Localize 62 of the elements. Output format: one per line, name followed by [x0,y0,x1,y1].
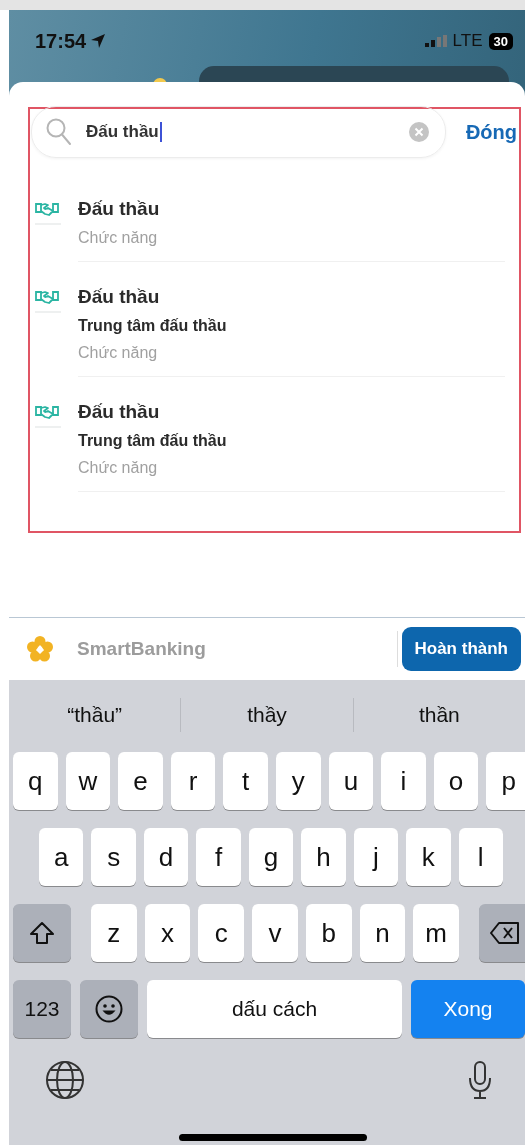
letter-key[interactable]: p [486,752,525,810]
letter-key[interactable]: m [413,904,460,962]
letter-key[interactable]: v [252,904,298,962]
letter-key[interactable]: r [170,752,216,810]
letter-key[interactable]: a [39,828,84,886]
letter-key[interactable]: f [196,828,241,886]
letter-key[interactable]: n [359,904,406,962]
letter-key[interactable]: g [248,828,294,886]
suggestion[interactable]: thầy [181,703,353,727]
letter-key[interactable]: t [223,752,268,810]
letter-key[interactable]: y [275,752,321,810]
backspace-icon [490,922,521,944]
handshake-icon [35,404,59,421]
flower-logo-icon [27,636,53,662]
result-subtitle: Trung tâm đấu thầu [78,432,228,450]
letter-key[interactable]: o [433,752,479,810]
space-key[interactable]: dấu cách [147,980,402,1038]
letter-key[interactable]: h [301,828,346,886]
brand-name: SmartBanking [77,638,206,660]
letter-key[interactable]: c [198,904,245,962]
shift-key[interactable] [13,904,71,962]
result-subtitle: Trung tâm đấu thầu [78,317,228,335]
letter-key[interactable]: z [91,904,137,962]
result-title[interactable]: Đấu thầu [78,286,505,308]
globe-icon[interactable] [45,1060,85,1100]
letter-key[interactable]: s [91,828,136,886]
network-type: LTE [452,31,483,51]
backspace-key[interactable] [479,904,525,962]
handshake-icon [35,289,59,306]
search-icon [46,118,72,146]
search-field[interactable]: Đấu thầu [31,106,446,158]
result-title[interactable]: Đấu thầu [78,198,505,220]
result-category: Chức năng [78,459,159,477]
result-title[interactable]: Đấu thầu [78,401,505,423]
letter-key[interactable]: j [353,828,399,886]
result-category: Chức năng [78,344,159,362]
letter-key[interactable]: i [381,752,426,810]
handshake-icon [35,201,59,218]
close-button[interactable]: Đóng [465,120,517,144]
done-key[interactable]: Xong [411,980,525,1038]
result-category: Chức năng [78,229,159,247]
done-button[interactable]: Hoàn thành [401,627,521,671]
status-time: 17:54 [35,29,87,53]
shift-icon [29,921,55,945]
battery-level: 30 [488,32,513,50]
suggestion[interactable]: “thầu” [9,703,181,727]
letter-key[interactable]: b [305,904,352,962]
emoji-key[interactable] [80,980,138,1038]
letter-key[interactable]: q [13,752,58,810]
letter-key[interactable]: d [143,828,189,886]
letter-key[interactable]: k [406,828,451,886]
letter-key[interactable]: e [118,752,163,810]
letter-key[interactable]: w [65,752,111,810]
numbers-key[interactable]: 123 [13,980,71,1038]
letter-key[interactable]: l [458,828,503,886]
emoji-icon [95,995,123,1023]
signal-icon [424,35,447,47]
letter-key[interactable]: u [328,752,374,810]
microphone-icon[interactable] [467,1060,493,1100]
letter-key[interactable]: x [144,904,191,962]
suggestion[interactable]: thần [353,703,525,727]
location-arrow-icon [90,33,107,49]
